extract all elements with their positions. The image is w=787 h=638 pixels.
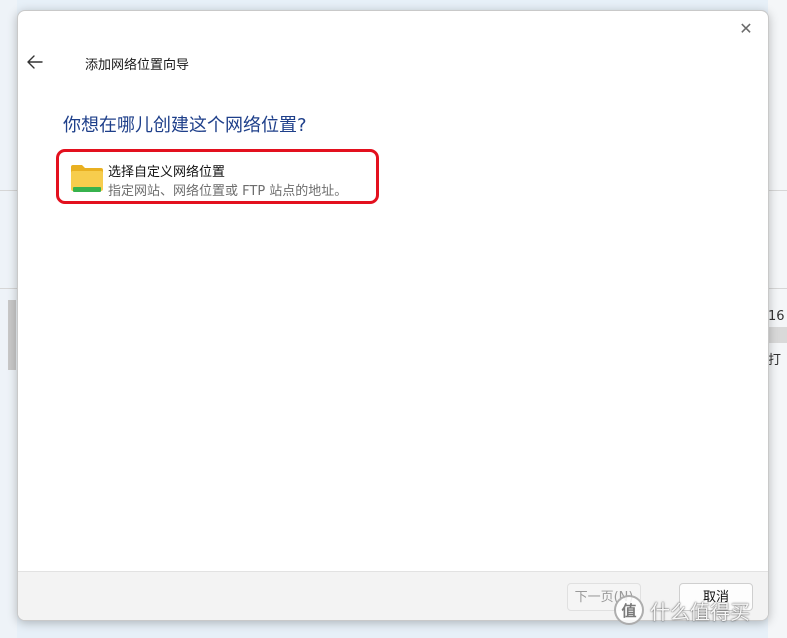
page-heading: 你想在哪儿创建这个网络位置? bbox=[63, 115, 307, 136]
background-divider bbox=[768, 288, 787, 289]
back-button[interactable] bbox=[24, 51, 46, 73]
close-icon: ✕ bbox=[739, 19, 753, 38]
watermark: 值 什么值得买 bbox=[614, 592, 750, 628]
background-divider bbox=[768, 190, 787, 191]
background-text-fragment: 16 bbox=[768, 309, 785, 324]
background-divider bbox=[0, 190, 17, 191]
background-row bbox=[768, 327, 787, 343]
background-scrollbar bbox=[8, 300, 16, 370]
watermark-text: 什么值得买 bbox=[650, 599, 750, 624]
folder-icon bbox=[71, 165, 103, 192]
close-button[interactable]: ✕ bbox=[736, 19, 756, 39]
background-divider bbox=[0, 288, 17, 289]
background-text-fragment: 打 bbox=[768, 353, 782, 368]
add-network-location-wizard: ✕ 添加网络位置向导 你想在哪儿创建这个网络位置? 选择自定义网络位置 指定网站… bbox=[17, 10, 769, 621]
option-title: 选择自定义网络位置 bbox=[108, 165, 226, 180]
arrow-left-icon bbox=[27, 55, 43, 69]
dialog-title: 添加网络位置向导 bbox=[85, 58, 190, 73]
watermark-logo: 值 bbox=[614, 595, 644, 625]
option-description: 指定网站、网络位置或 FTP 站点的地址。 bbox=[108, 184, 348, 199]
custom-network-location-option[interactable]: 选择自定义网络位置 指定网站、网络位置或 FTP 站点的地址。 bbox=[56, 149, 379, 204]
